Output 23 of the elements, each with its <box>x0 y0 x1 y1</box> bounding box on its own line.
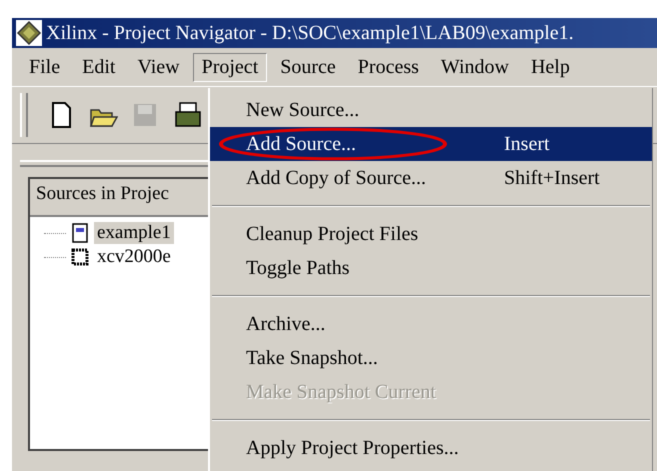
splitter-handle[interactable] <box>20 160 210 167</box>
tree-item[interactable]: xcv2000e <box>94 246 174 268</box>
menu-option[interactable]: Take Snapshot... <box>210 341 652 375</box>
menu-item[interactable]: Process <box>348 52 428 82</box>
menu-item[interactable]: View <box>128 52 189 82</box>
tree-item[interactable]: example1 <box>94 222 174 244</box>
menu-item[interactable]: Source <box>271 52 345 82</box>
menu-option[interactable]: Apply Project Properties... <box>210 431 652 465</box>
menu-item[interactable]: Edit <box>73 52 124 82</box>
document-icon <box>70 223 90 243</box>
chip-icon <box>70 247 90 267</box>
toolbar-grip[interactable] <box>20 93 28 137</box>
menu-option[interactable]: New Source... <box>210 93 652 127</box>
menu-item[interactable]: Help <box>522 52 579 82</box>
diamond-icon <box>16 20 42 46</box>
menu-item[interactable]: File <box>20 52 70 82</box>
menu-option[interactable]: Archive... <box>210 307 652 341</box>
menu-item[interactable]: Window <box>432 52 518 82</box>
menu-option[interactable]: Toggle Paths <box>210 251 652 285</box>
menu-option[interactable]: Add Source... Insert <box>210 127 652 161</box>
menu-item[interactable]: Project <box>192 52 268 82</box>
menu-option[interactable]: Cleanup Project Files <box>210 217 652 251</box>
window-title: Xilinx - Project Navigator - D:\SOC\example1\LAB09\example1. <box>46 22 574 44</box>
